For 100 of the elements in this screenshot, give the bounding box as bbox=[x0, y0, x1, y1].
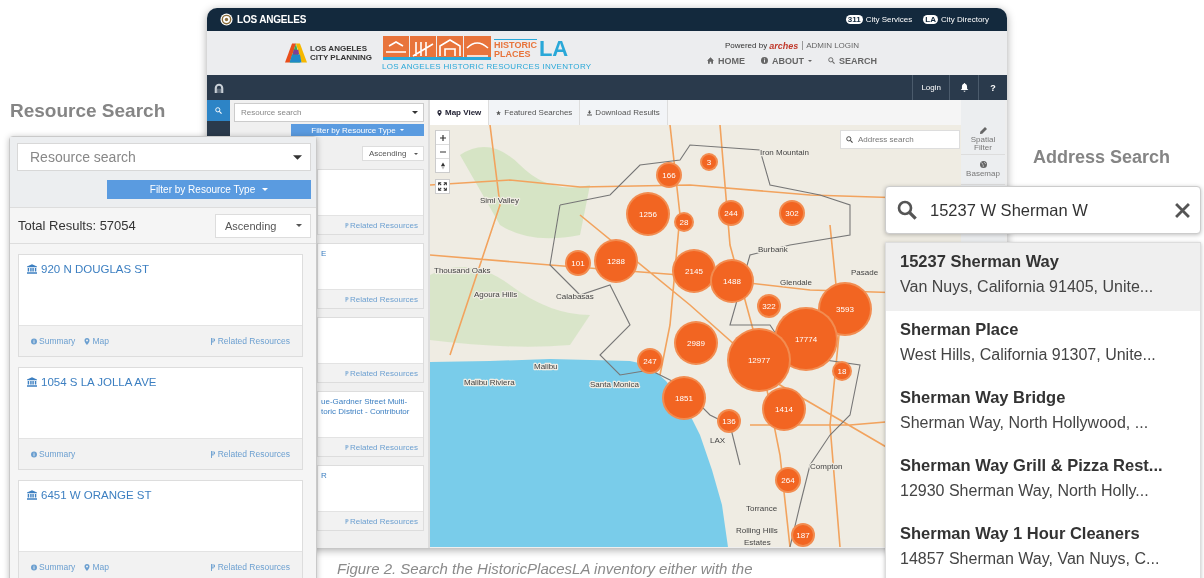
filter-button[interactable]: Filter by Resource Type bbox=[291, 124, 424, 136]
address-search-field[interactable]: 15237 W Sherman W bbox=[885, 186, 1201, 234]
logo-text: PLACES bbox=[494, 49, 532, 59]
star-icon bbox=[496, 109, 502, 116]
cluster-marker[interactable]: 244 bbox=[718, 200, 744, 226]
nav-link[interactable]: ABOUT bbox=[761, 55, 812, 66]
pencil-icon bbox=[979, 126, 987, 134]
search-icon bbox=[215, 107, 222, 114]
result-title[interactable]: ue-Gardner Street Multi- toric District - Contributor bbox=[321, 397, 419, 416]
top-link[interactable]: City Services bbox=[865, 15, 913, 24]
suggestion-item[interactable]: Sherman Way 1 Hour Cleaners 14857 Sherman Way, Van Nuys, C... bbox=[886, 515, 1200, 578]
result-title[interactable]: E bbox=[321, 249, 419, 259]
result-title[interactable]: R bbox=[321, 471, 419, 481]
minus-icon bbox=[439, 150, 446, 153]
place-label: Agoura Hills bbox=[474, 290, 518, 299]
branch-icon bbox=[344, 444, 349, 450]
cluster-marker[interactable]: 28 bbox=[674, 212, 694, 232]
arches-logo-text: arches bbox=[769, 40, 799, 51]
search-field[interactable]: Resource search bbox=[17, 143, 311, 171]
branch-icon bbox=[344, 222, 349, 228]
cluster-marker[interactable]: 302 bbox=[779, 200, 805, 226]
cluster-marker[interactable]: 1256 bbox=[626, 192, 670, 236]
map-link[interactable]: Map bbox=[84, 336, 109, 346]
map-pin-icon bbox=[437, 109, 442, 116]
suggestion-item[interactable]: Sherman Way Bridge Sherman Way, North Hollywood, ... bbox=[886, 379, 1200, 447]
info-icon bbox=[31, 563, 37, 571]
cluster-marker[interactable]: 3 bbox=[700, 153, 718, 171]
result-link[interactable]: 1054 S LA JOLLA AVE bbox=[27, 376, 294, 388]
clear-button[interactable] bbox=[1173, 201, 1191, 219]
place-address: 12930 Sherman Way, North Holly... bbox=[900, 482, 1150, 500]
cluster-marker[interactable]: 2989 bbox=[674, 321, 718, 365]
cluster-marker[interactable]: 1851 bbox=[662, 376, 706, 420]
cluster-marker[interactable]: 2145 bbox=[672, 249, 716, 293]
search-icon bbox=[828, 57, 835, 64]
admin-login-link[interactable]: ADMIN LOGIN bbox=[802, 41, 860, 50]
nav-link[interactable]: SEARCH bbox=[828, 55, 877, 66]
branch-icon bbox=[344, 296, 349, 302]
place-label: Torrance bbox=[746, 504, 778, 513]
caret-icon bbox=[296, 224, 302, 227]
caret-icon bbox=[808, 59, 812, 62]
logo-subtitle: LOS ANGELES HISTORIC RESOURCES INVENTORY bbox=[382, 61, 592, 71]
place-name: Sherman Way Bridge bbox=[900, 388, 1067, 407]
suggestion-item[interactable]: Sherman Place West Hills, California 91307, Unite... bbox=[886, 311, 1200, 379]
suggestion-item[interactable]: 15237 Sherman Way Van Nuys, California 91405, Unite... bbox=[886, 243, 1200, 311]
sort-dropdown[interactable]: Ascending bbox=[362, 146, 424, 161]
result-link[interactable]: 920 N DOUGLAS ST bbox=[27, 263, 294, 275]
cluster-marker[interactable]: 1488 bbox=[710, 259, 754, 303]
result-link[interactable]: 6451 W ORANGE ST bbox=[27, 489, 294, 501]
place-label: Estates bbox=[744, 538, 771, 547]
search-field[interactable]: Resource search bbox=[234, 103, 424, 122]
place-label: LAX bbox=[710, 436, 726, 445]
cluster-marker[interactable]: 322 bbox=[757, 294, 781, 318]
address-search-field[interactable]: Address search bbox=[840, 130, 960, 149]
sort-dropdown[interactable]: Ascending bbox=[215, 213, 311, 238]
building-icon bbox=[27, 377, 37, 387]
top-link[interactable]: City Directory bbox=[941, 15, 989, 24]
branch-icon bbox=[344, 370, 349, 376]
cluster-marker[interactable]: 18 bbox=[832, 361, 852, 381]
map-link[interactable]: Map bbox=[84, 562, 109, 572]
related-resources-link[interactable]: Related Resources bbox=[209, 562, 290, 572]
cluster-marker[interactable]: 1288 bbox=[594, 239, 638, 283]
tab[interactable]: Map View bbox=[430, 100, 490, 125]
related-resources-link[interactable]: Related Resources bbox=[209, 449, 290, 459]
cluster-marker[interactable]: 247 bbox=[637, 348, 663, 374]
filter-button[interactable]: Filter by Resource Type bbox=[107, 180, 311, 199]
related-resources-link[interactable]: Related Resources bbox=[209, 336, 290, 346]
arch-icon bbox=[213, 82, 224, 93]
place-name: Sherman Place bbox=[900, 320, 1020, 339]
cluster-marker[interactable]: 136 bbox=[717, 409, 741, 433]
figure-caption: Figure 2. Search the HistoricPlacesLA inventory either with the bbox=[337, 560, 753, 577]
summary-link[interactable]: Summary bbox=[31, 336, 76, 346]
cluster-marker[interactable]: 187 bbox=[791, 523, 815, 547]
cluster-marker[interactable]: 101 bbox=[565, 250, 591, 276]
cluster-marker[interactable]: 12977 bbox=[727, 328, 791, 392]
tool-button[interactable]: Basemap bbox=[961, 155, 1005, 185]
cluster-marker[interactable]: 1414 bbox=[762, 387, 806, 431]
city-name[interactable]: LOS ANGELES bbox=[237, 14, 307, 25]
map-pin-icon bbox=[84, 337, 91, 345]
fullscreen-button[interactable] bbox=[435, 179, 450, 194]
logo-text: HISTORIC bbox=[494, 40, 537, 50]
place-label: Glendale bbox=[780, 278, 813, 287]
fullscreen-icon bbox=[438, 182, 447, 191]
caret-icon bbox=[414, 152, 418, 155]
suggestion-item[interactable]: Sherman Way Grill & Pizza Rest... 12930 Sherman Way, North Holly... bbox=[886, 447, 1200, 515]
place-label: Calabasas bbox=[556, 292, 594, 301]
summary-link[interactable]: Summary bbox=[31, 449, 76, 459]
place-address: Sherman Way, North Hollywood, ... bbox=[900, 414, 1150, 432]
place-address: Van Nuys, California 91405, Unite... bbox=[900, 278, 1155, 296]
logo-text: CITY PLANNING bbox=[310, 53, 373, 62]
caret-icon bbox=[262, 188, 269, 191]
powered-by-text: Powered by bbox=[724, 41, 768, 50]
info-icon bbox=[31, 450, 37, 458]
nav-link[interactable]: HOME bbox=[707, 55, 745, 66]
cluster-marker[interactable]: 264 bbox=[775, 467, 801, 493]
tool-button[interactable]: Spatial Filter bbox=[961, 125, 1005, 155]
cluster-marker[interactable]: 166 bbox=[656, 162, 682, 188]
summary-link[interactable]: Summary bbox=[31, 562, 76, 572]
map-pin-icon bbox=[84, 563, 91, 571]
logo-text: LA bbox=[538, 37, 569, 60]
search-icon bbox=[897, 200, 917, 220]
